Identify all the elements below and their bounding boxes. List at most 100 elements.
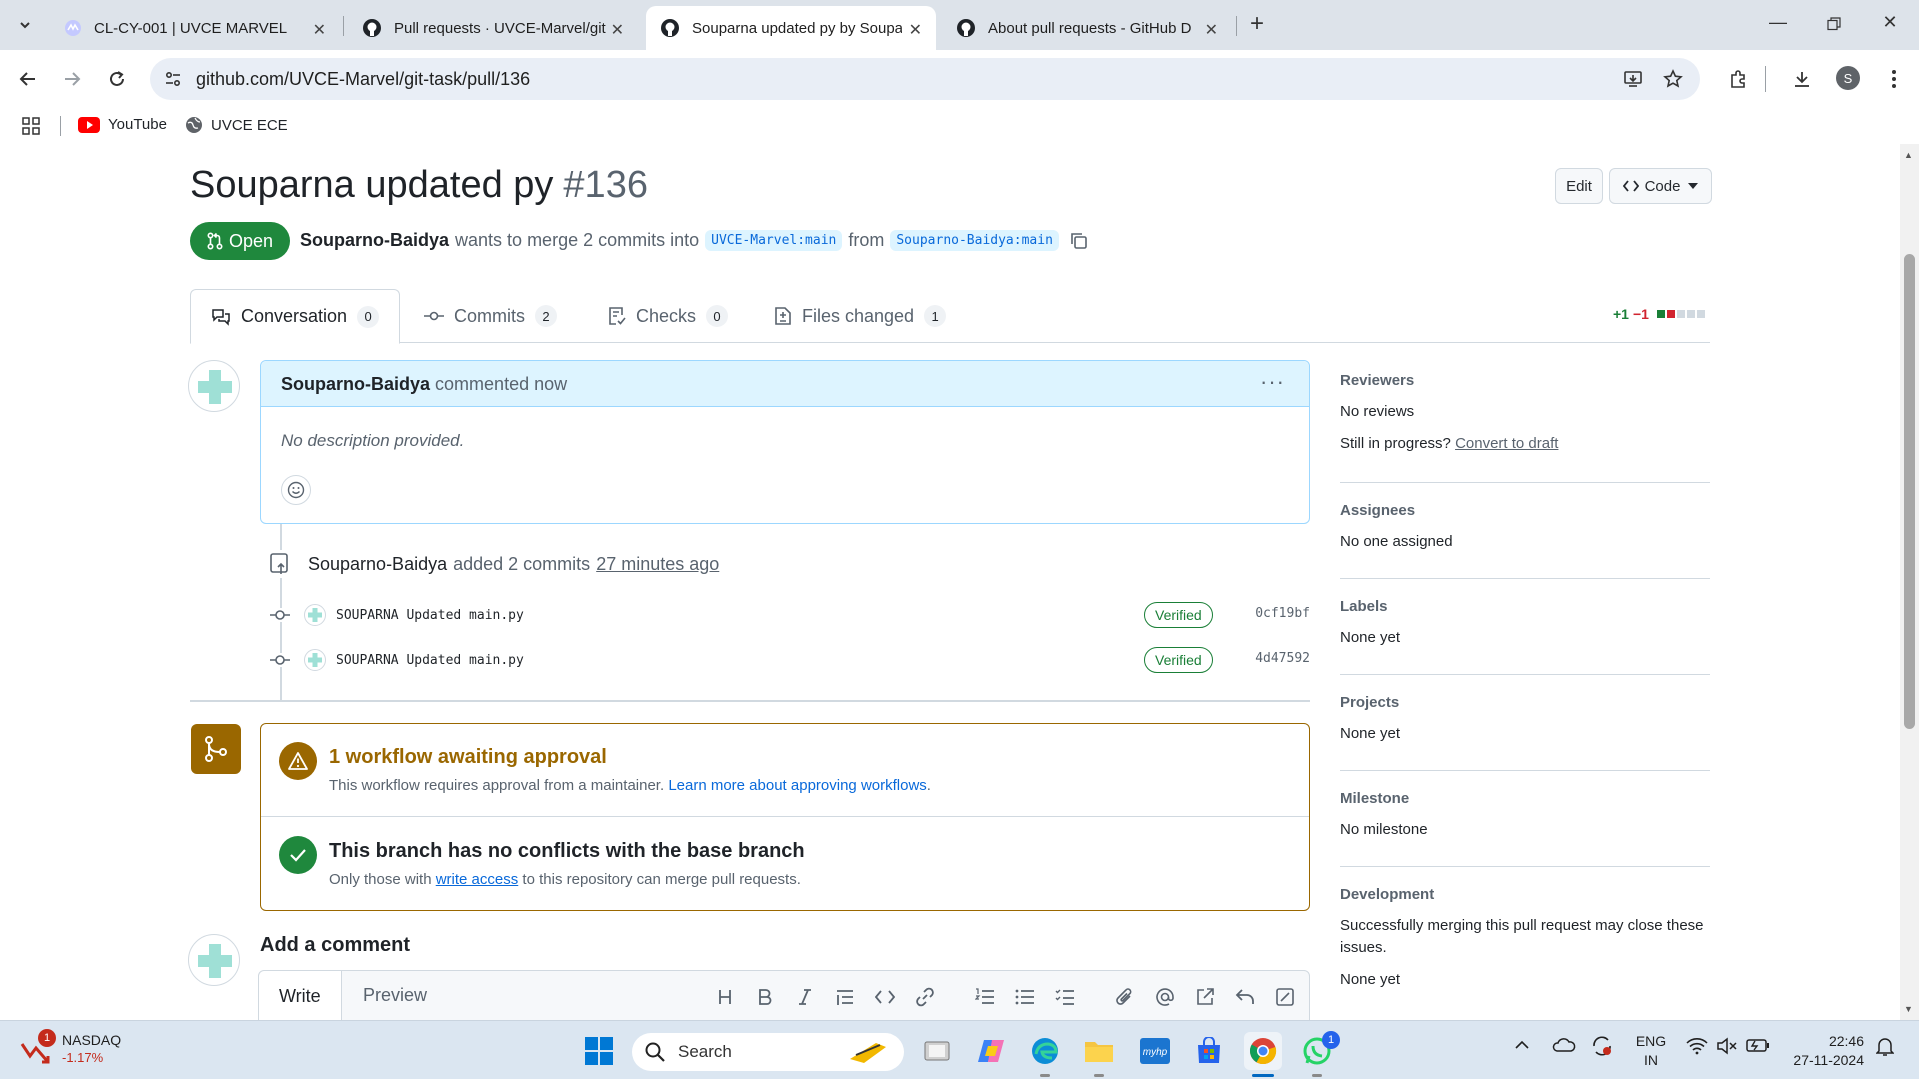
close-icon[interactable]: ✕	[611, 20, 624, 40]
copy-icon[interactable]	[1069, 231, 1089, 251]
notification-bell-icon[interactable]	[1876, 1037, 1894, 1057]
labels-title[interactable]: Labels	[1340, 598, 1710, 615]
sync-icon[interactable]	[1590, 1035, 1614, 1057]
scroll-down-icon[interactable]: ▼	[1904, 1004, 1913, 1014]
close-window-button[interactable]: ✕	[1876, 12, 1904, 38]
tab-search-button[interactable]	[10, 10, 40, 40]
browser-tab-active-pr[interactable]: Souparna updated py by Soupa ✕	[646, 6, 936, 50]
system-clock[interactable]: 22:46 27-11-2024	[1784, 1032, 1864, 1070]
unordered-list-icon[interactable]	[1011, 983, 1039, 1011]
link-icon[interactable]	[911, 983, 939, 1011]
extensions-icon[interactable]	[1724, 65, 1752, 93]
verified-badge[interactable]: Verified	[1144, 602, 1213, 628]
ordered-list-icon[interactable]	[971, 983, 999, 1011]
write-access-link[interactable]: write access	[436, 871, 519, 888]
bookmark-youtube[interactable]: YouTube	[78, 116, 167, 133]
paperclip-icon[interactable]	[1111, 983, 1139, 1011]
reply-icon[interactable]	[1231, 983, 1259, 1011]
commit-message-link[interactable]: SOUPARNA Updated main.py	[336, 608, 524, 623]
copilot-button[interactable]	[972, 1032, 1010, 1070]
reload-button[interactable]	[103, 65, 131, 93]
page-scrollbar[interactable]: ▲ ▼	[1900, 144, 1919, 1020]
event-author-link[interactable]: Souparno-Baidya	[308, 554, 447, 575]
head-branch[interactable]: Souparno-Baidya:main	[890, 230, 1059, 251]
wifi-icon[interactable]	[1686, 1037, 1708, 1055]
projects-title[interactable]: Projects	[1340, 694, 1710, 711]
tab-label: Commits	[454, 305, 525, 326]
scroll-thumb[interactable]	[1904, 254, 1915, 729]
commit-sha-link[interactable]: 0cf19bf	[1255, 606, 1310, 621]
file-explorer-button[interactable]	[1080, 1032, 1118, 1070]
tab-commits[interactable]: Commits 2	[404, 289, 577, 343]
comment-author-link[interactable]: Souparno-Baidya	[281, 374, 430, 394]
add-reaction-button[interactable]	[281, 475, 311, 505]
kebab-menu-icon[interactable]	[1880, 65, 1908, 93]
mention-icon[interactable]	[1151, 983, 1179, 1011]
commit-message-link[interactable]: SOUPARNA Updated main.py	[336, 653, 524, 668]
pr-author-link[interactable]: Souparno-Baidya	[300, 230, 449, 251]
kebab-horizontal-icon[interactable]: ···	[1260, 369, 1285, 395]
fullscreen-edit-icon[interactable]	[1271, 983, 1299, 1011]
address-bar[interactable]: github.com/UVCE-Marvel/git-task/pull/136	[150, 58, 1700, 100]
tab-conversation[interactable]: Conversation 0	[190, 289, 401, 344]
battery-icon[interactable]	[1746, 1037, 1770, 1053]
restore-button[interactable]	[1820, 12, 1848, 38]
close-icon[interactable]: ✕	[1205, 20, 1218, 40]
edit-button[interactable]: Edit	[1555, 168, 1603, 204]
learn-more-link[interactable]: Learn more about approving workflows	[668, 777, 926, 794]
base-branch[interactable]: UVCE-Marvel:main	[705, 230, 843, 251]
verified-badge[interactable]: Verified	[1144, 647, 1213, 673]
reviewers-title[interactable]: Reviewers	[1340, 372, 1710, 389]
close-icon[interactable]: ✕	[313, 20, 326, 40]
development-title[interactable]: Development	[1340, 886, 1710, 903]
avatar[interactable]	[188, 360, 240, 412]
forward-button[interactable]	[58, 65, 86, 93]
cross-reference-icon[interactable]	[1191, 983, 1219, 1011]
star-icon[interactable]	[1660, 66, 1686, 92]
chrome-button[interactable]	[1244, 1032, 1282, 1070]
quote-icon[interactable]	[831, 983, 859, 1011]
close-icon[interactable]: ✕	[909, 20, 922, 40]
assignees-title[interactable]: Assignees	[1340, 502, 1710, 519]
preview-tab[interactable]: Preview	[343, 971, 447, 1019]
heading-icon[interactable]	[711, 983, 739, 1011]
apps-icon[interactable]	[22, 117, 40, 135]
write-tab[interactable]: Write	[259, 971, 342, 1020]
browser-tab-about-pr[interactable]: About pull requests - GitHub D ✕	[942, 6, 1232, 50]
avatar[interactable]	[188, 934, 240, 986]
download-icon[interactable]	[1788, 65, 1816, 93]
browser-tab-pull-requests[interactable]: Pull requests · UVCE-Marvel/git ✕	[348, 6, 638, 50]
scroll-up-icon[interactable]: ▲	[1904, 150, 1913, 160]
back-button[interactable]	[14, 65, 42, 93]
milestone-title[interactable]: Milestone	[1340, 790, 1710, 807]
event-time-link[interactable]: 27 minutes ago	[596, 554, 719, 575]
stock-widget[interactable]: NASDAQ -1.17%	[20, 1031, 121, 1067]
bold-icon[interactable]	[751, 983, 779, 1011]
code-button[interactable]: Code	[1609, 168, 1712, 204]
edge-button[interactable]	[1026, 1032, 1064, 1070]
tab-files-changed[interactable]: Files changed 1	[754, 289, 966, 343]
volume-muted-icon[interactable]	[1716, 1037, 1738, 1055]
new-tab-button[interactable]: +	[1244, 12, 1270, 38]
chevron-up-icon[interactable]	[1514, 1037, 1530, 1053]
convert-to-draft-link[interactable]: Convert to draft	[1455, 435, 1558, 452]
install-app-icon[interactable]	[1620, 66, 1646, 92]
store-button[interactable]	[1190, 1032, 1228, 1070]
tab-checks[interactable]: Checks 0	[588, 289, 748, 343]
language-indicator[interactable]: ENG IN	[1633, 1032, 1669, 1070]
minimize-button[interactable]: —	[1764, 12, 1792, 38]
onedrive-icon[interactable]	[1552, 1037, 1576, 1053]
bookmark-uvce-ece[interactable]: UVCE ECE	[185, 116, 288, 134]
italic-icon[interactable]	[791, 983, 819, 1011]
site-settings-icon[interactable]	[160, 66, 186, 92]
sidebar-divider	[1340, 770, 1710, 771]
task-list-icon[interactable]	[1051, 983, 1079, 1011]
myhp-button[interactable]: myhp	[1136, 1032, 1174, 1070]
start-button[interactable]	[580, 1032, 618, 1070]
profile-avatar[interactable]: S	[1836, 66, 1860, 90]
task-view-button[interactable]	[918, 1032, 956, 1070]
code-icon[interactable]	[871, 983, 899, 1011]
commit-sha-link[interactable]: 4d47592	[1255, 651, 1310, 666]
browser-tab-marvel[interactable]: CL-CY-001 | UVCE MARVEL ✕	[50, 6, 340, 50]
taskbar-search[interactable]: Search	[632, 1033, 904, 1071]
